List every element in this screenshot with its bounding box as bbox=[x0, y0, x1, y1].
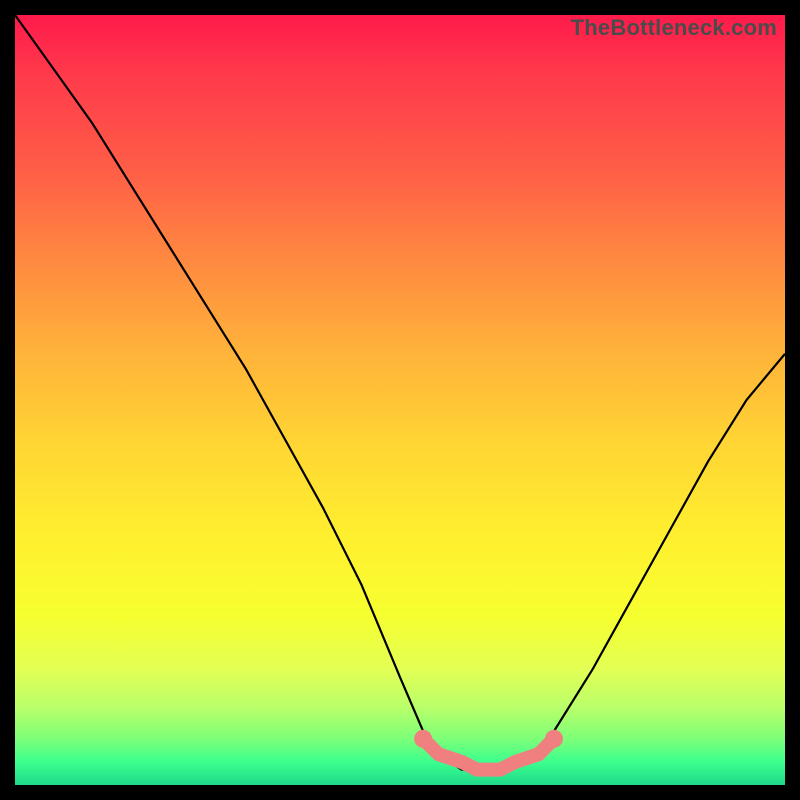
optimal-zone-markers bbox=[414, 730, 563, 777]
chart-plot-area: TheBottleneck.com bbox=[15, 15, 785, 785]
marker-dot bbox=[455, 755, 469, 769]
marker-dot bbox=[509, 755, 523, 769]
marker-dot bbox=[470, 763, 484, 777]
bottleneck-curve bbox=[15, 15, 785, 770]
marker-dot bbox=[493, 763, 507, 777]
chart-svg bbox=[15, 15, 785, 785]
marker-dot bbox=[414, 730, 432, 748]
marker-dot bbox=[532, 747, 546, 761]
chart-frame: TheBottleneck.com bbox=[0, 0, 800, 800]
marker-dot bbox=[545, 730, 563, 748]
marker-dot bbox=[432, 747, 446, 761]
